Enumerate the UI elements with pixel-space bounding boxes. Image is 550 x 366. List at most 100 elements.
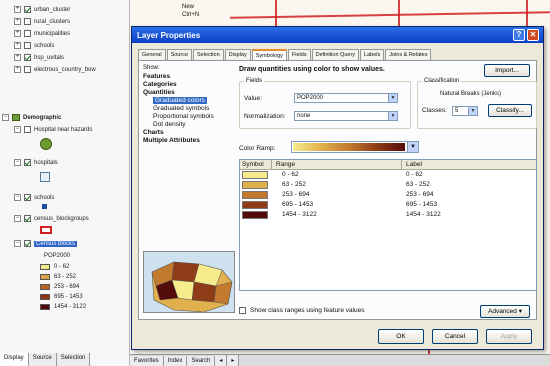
expand-icon[interactable]: +	[14, 54, 21, 61]
advanced-button[interactable]: Advanced ▾	[480, 305, 530, 318]
import-button[interactable]: Import...	[484, 64, 530, 77]
range-cell[interactable]: 253 - 694	[272, 190, 402, 200]
toc-tab-display[interactable]: Display	[0, 353, 29, 366]
layer-visibility-checkbox[interactable]	[24, 215, 31, 222]
layer-visibility-checkbox[interactable]	[24, 42, 31, 49]
classify-button[interactable]: Classify...	[488, 104, 532, 117]
range-cell[interactable]: 695 - 1453	[272, 200, 402, 210]
range-cell[interactable]: 0 - 62	[272, 170, 402, 180]
label-cell[interactable]: 695 - 1453	[402, 200, 536, 210]
layer-visibility-checkbox[interactable]	[24, 240, 31, 247]
chevron-down-icon[interactable]: ▼	[388, 94, 397, 102]
tab-general[interactable]: General	[138, 49, 166, 60]
symbology-type-item[interactable]: Graduated symbols	[143, 105, 233, 113]
table-row[interactable]: 63 - 252 63 - 252	[240, 180, 536, 190]
collapse-icon[interactable]: −	[14, 194, 21, 201]
column-header-range[interactable]: Range	[272, 160, 402, 169]
class-color-swatch[interactable]	[242, 201, 268, 209]
table-row[interactable]: 0 - 62 0 - 62	[240, 170, 536, 180]
show-ranges-checkbox[interactable]	[239, 307, 246, 314]
toc-layer-row[interactable]: + urban_cluster	[14, 4, 70, 15]
classes-count-select[interactable]: 5 ▼	[452, 106, 478, 116]
tab-labels[interactable]: Labels	[360, 49, 385, 60]
toc-group-row[interactable]: − Demographic	[2, 112, 61, 123]
expand-icon[interactable]: +	[14, 66, 21, 73]
dialog-titlebar[interactable]: Layer Properties ? ✕	[132, 27, 543, 43]
label-cell[interactable]: 0 - 62	[402, 170, 536, 180]
tab-fields[interactable]: Fields	[287, 49, 311, 60]
toc-layer-row[interactable]: − schools	[14, 192, 54, 203]
symbol-cell[interactable]	[240, 170, 272, 180]
class-color-swatch[interactable]	[242, 171, 268, 179]
symbology-type-item[interactable]: Proportional symbols	[143, 113, 233, 121]
label-cell[interactable]: 1454 - 3122	[402, 210, 536, 220]
tab-selection[interactable]: Selection	[193, 49, 224, 60]
apply-button[interactable]: Apply	[486, 329, 532, 344]
collapse-icon[interactable]: −	[14, 240, 21, 247]
collapse-icon[interactable]: −	[14, 159, 21, 166]
toc-layer-row[interactable]: − Hospital near hazards	[14, 124, 92, 135]
map-tab-index[interactable]: Index	[163, 355, 188, 366]
toc-layer-row[interactable]: − census_blockgroups	[14, 213, 89, 224]
expand-icon[interactable]: +	[14, 6, 21, 13]
value-field-select[interactable]: POP2000 ▼	[294, 93, 398, 103]
ok-button[interactable]: OK	[378, 329, 424, 344]
class-color-swatch[interactable]	[242, 181, 268, 189]
tab-symbology[interactable]: Symbology	[251, 49, 287, 60]
toc-tab-source[interactable]: Source	[28, 353, 57, 366]
layer-visibility-checkbox[interactable]	[24, 126, 31, 133]
toc-layer-row[interactable]: + hsp_uvitals	[14, 52, 64, 63]
layer-visibility-checkbox[interactable]	[24, 18, 31, 25]
table-row[interactable]: 695 - 1453 695 - 1453	[240, 200, 536, 210]
class-color-swatch[interactable]	[242, 211, 268, 219]
collapse-icon[interactable]: −	[2, 114, 9, 121]
scroll-left-icon[interactable]: ◂	[215, 355, 228, 366]
help-button[interactable]: ?	[513, 29, 525, 41]
tab-display[interactable]: Display	[224, 49, 251, 60]
toc-layer-row[interactable]: + municipalities	[14, 28, 70, 39]
layer-visibility-checkbox[interactable]	[24, 54, 31, 61]
symbology-type-item[interactable]: Multiple Attributes	[143, 137, 233, 145]
layer-visibility-checkbox[interactable]	[24, 6, 31, 13]
tab-joins-relates[interactable]: Joins & Relates	[385, 49, 432, 60]
toc-layer-row[interactable]: − Census blocks	[14, 238, 78, 249]
scroll-right-icon[interactable]: ▸	[227, 355, 240, 366]
symbol-cell[interactable]	[240, 180, 272, 190]
table-row[interactable]: 253 - 694 253 - 694	[240, 190, 536, 200]
map-tab-search[interactable]: Search	[187, 355, 216, 366]
chevron-down-icon[interactable]: ▼	[407, 142, 418, 152]
map-tab-favorites[interactable]: Favorites	[130, 355, 164, 366]
chevron-down-icon[interactable]: ▼	[468, 107, 477, 115]
symbology-type-item[interactable]: Dot density	[143, 121, 233, 129]
color-ramp-select[interactable]: ▼	[291, 141, 419, 153]
range-cell[interactable]: 63 - 252	[272, 180, 402, 190]
toc-layer-row[interactable]: + schools	[14, 40, 54, 51]
toc-layer-row[interactable]: + rural_clusters	[14, 16, 70, 27]
expand-icon[interactable]: +	[14, 18, 21, 25]
toc-tab-selection[interactable]: Selection	[56, 353, 91, 366]
cancel-button[interactable]: Cancel	[432, 329, 478, 344]
symbology-type-item[interactable]: Quantities	[143, 89, 233, 97]
symbol-cell[interactable]	[240, 210, 272, 220]
toc-layer-row[interactable]: − hospitals	[14, 157, 58, 168]
column-header-label[interactable]: Label	[402, 160, 536, 169]
close-button[interactable]: ✕	[527, 29, 539, 41]
expand-icon[interactable]: +	[14, 42, 21, 49]
tab-definition-query[interactable]: Definition Query	[311, 49, 360, 60]
normalization-select[interactable]: none ▼	[294, 111, 398, 121]
label-cell[interactable]: 63 - 252	[402, 180, 536, 190]
collapse-icon[interactable]: −	[14, 126, 21, 133]
class-color-swatch[interactable]	[242, 191, 268, 199]
symbol-cell[interactable]	[240, 200, 272, 210]
symbol-cell[interactable]	[240, 190, 272, 200]
layer-visibility-checkbox[interactable]	[24, 159, 31, 166]
chevron-down-icon[interactable]: ▼	[388, 112, 397, 120]
symbology-type-item[interactable]: Features	[143, 73, 233, 81]
symbology-type-item[interactable]: Graduated colors	[143, 97, 233, 105]
tab-source[interactable]: Source	[166, 49, 193, 60]
expand-icon[interactable]: +	[14, 30, 21, 37]
layer-visibility-checkbox[interactable]	[24, 194, 31, 201]
range-cell[interactable]: 1454 - 3122	[272, 210, 402, 220]
table-row[interactable]: 1454 - 3122 1454 - 3122	[240, 210, 536, 220]
layer-visibility-checkbox[interactable]	[24, 66, 31, 73]
